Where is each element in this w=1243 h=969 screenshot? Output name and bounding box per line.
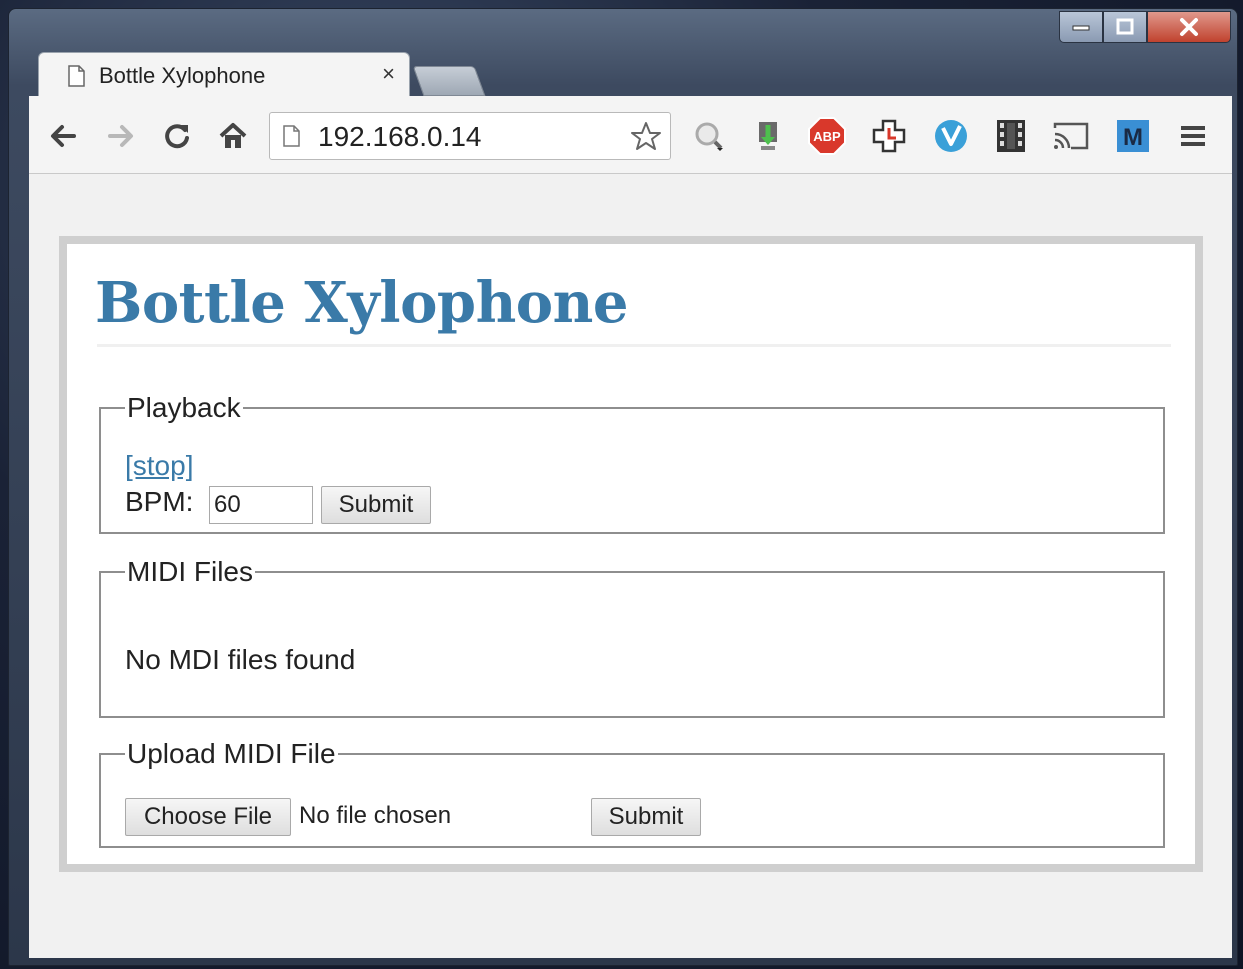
download-extension-icon[interactable] [747, 116, 787, 156]
adblock-plus-icon[interactable]: ABP [807, 116, 847, 156]
menu-icon[interactable] [1173, 116, 1213, 156]
film-extension-icon[interactable] [991, 116, 1031, 156]
url-text: 192.168.0.14 [318, 121, 482, 152]
bpm-submit-button[interactable]: Submit [321, 486, 431, 524]
bpm-input[interactable] [209, 486, 313, 524]
midi-files-fieldset: MIDI Files No MDI files found [99, 556, 1165, 718]
maximize-icon [1116, 18, 1134, 35]
maximize-button[interactable] [1103, 11, 1147, 43]
no-files-message: No MDI files found [125, 644, 356, 675]
close-window-button[interactable] [1147, 11, 1231, 43]
reload-icon[interactable] [157, 116, 197, 156]
no-file-chosen-text: No file chosen [299, 802, 452, 829]
abp-label: ABP [813, 129, 841, 144]
minimize-button[interactable] [1059, 11, 1103, 43]
v-extension-icon[interactable] [931, 116, 971, 156]
tab-bottle-xylophone[interactable]: Bottle Xylophone × [38, 52, 410, 96]
minimize-icon [1072, 25, 1090, 31]
upload-fieldset: Upload MIDI File Choose File No file cho… [99, 738, 1165, 848]
page-info-icon [283, 125, 300, 147]
close-icon [1180, 18, 1198, 36]
upload-legend: Upload MIDI File [127, 738, 336, 769]
cast-icon[interactable] [1051, 116, 1091, 156]
window-controls [1059, 11, 1231, 43]
page-icon [68, 65, 85, 87]
bpm-label: BPM: [125, 486, 194, 517]
page-title: Bottle Xylophone [95, 270, 629, 336]
plus-extension-icon[interactable] [869, 116, 909, 156]
page-viewport: Bottle Xylophone Playback [stop] BPM: Su… [29, 174, 1232, 958]
page-container: Bottle Xylophone Playback [stop] BPM: Su… [59, 236, 1203, 872]
midi-files-legend: MIDI Files [127, 556, 253, 587]
bookmark-star-icon[interactable] [630, 121, 662, 151]
title-divider [97, 344, 1171, 347]
search-extension-icon[interactable] [689, 116, 729, 156]
address-bar[interactable]: 192.168.0.14 [269, 112, 671, 160]
playback-legend: Playback [127, 392, 241, 423]
home-icon[interactable] [213, 116, 253, 156]
upload-submit-button[interactable]: Submit [591, 798, 701, 836]
tab-close-button[interactable]: × [382, 61, 395, 87]
choose-file-button[interactable]: Choose File [125, 798, 291, 836]
stop-link[interactable]: [stop] [125, 450, 193, 482]
m-label: M [1123, 124, 1143, 151]
tab-title: Bottle Xylophone [99, 63, 266, 88]
browser-toolbar: 192.168.0.14 ABP M [29, 96, 1232, 174]
forward-icon[interactable] [101, 116, 141, 156]
playback-fieldset: Playback [stop] BPM: Submit [99, 392, 1165, 534]
new-tab-button[interactable] [412, 66, 486, 96]
back-icon[interactable] [43, 116, 83, 156]
m-extension-icon[interactable]: M [1113, 116, 1153, 156]
